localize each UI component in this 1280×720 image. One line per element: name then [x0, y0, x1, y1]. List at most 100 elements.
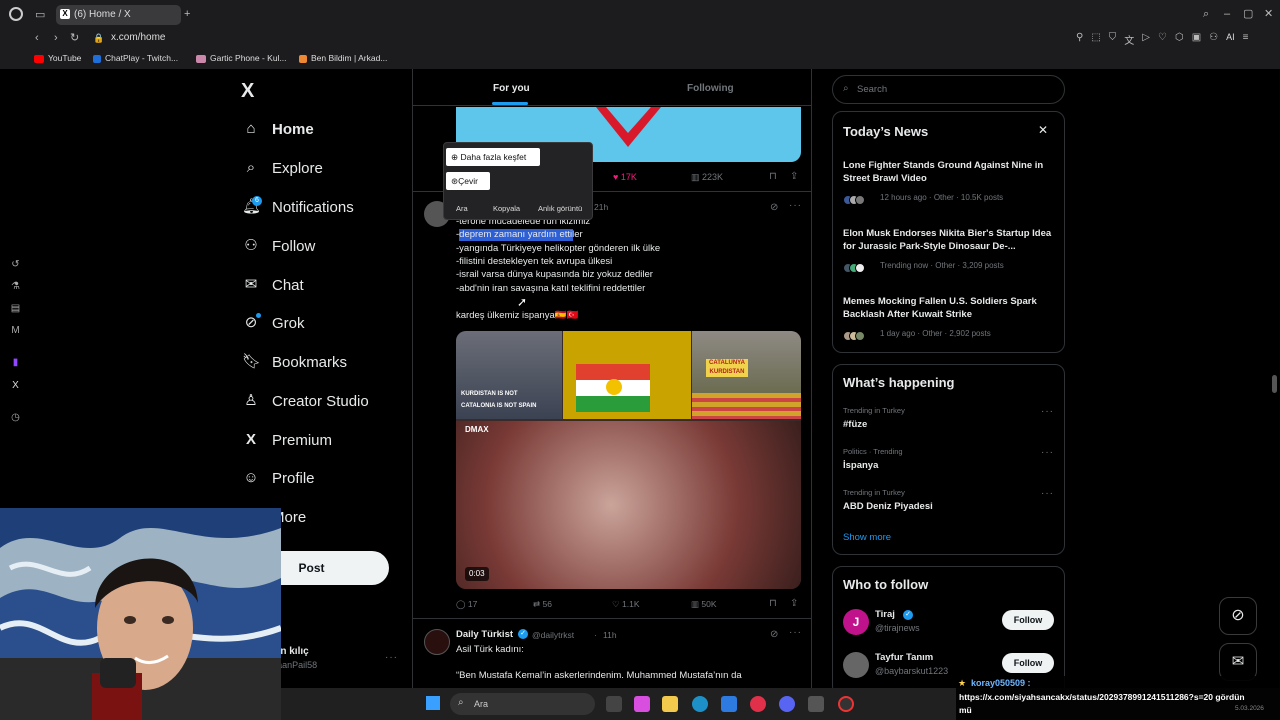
- avatar[interactable]: [424, 629, 450, 655]
- twitch-icon[interactable]: ▮: [9, 356, 22, 369]
- nav-follow[interactable]: ⚇ Follow: [242, 233, 315, 259]
- tab-home[interactable]: (6) Home / X: [56, 5, 181, 25]
- top-post-likes[interactable]: ♥ 17K: [613, 172, 637, 182]
- share-icon[interactable]: ⇪: [790, 171, 798, 182]
- trend-topic[interactable]: İspanya: [843, 460, 878, 471]
- profile-icon[interactable]: ⚇: [1209, 32, 1218, 47]
- explore-more-button[interactable]: ⊕ Daha fazla keşfet: [446, 148, 540, 166]
- pin-icon[interactable]: ⚲: [1076, 32, 1083, 47]
- bookmark-youtube[interactable]: YouTube: [34, 53, 81, 63]
- trend-topic[interactable]: #füze: [843, 419, 867, 430]
- post-media[interactable]: KURDISTAN IS NOT CATALONIA IS NOT SPAIN …: [456, 331, 801, 589]
- new-tab-icon[interactable]: +: [184, 7, 190, 21]
- back-icon[interactable]: ‹: [35, 31, 39, 45]
- account-more-icon[interactable]: ···: [385, 652, 398, 663]
- bookmark-gartic[interactable]: Gartic Phone - Kul...: [196, 53, 287, 63]
- opera-icon[interactable]: [9, 7, 23, 21]
- windows-start-icon[interactable]: [426, 696, 440, 710]
- app-icon[interactable]: [808, 696, 824, 712]
- news-item[interactable]: Memes Mocking Fallen U.S. Soldiers Spark…: [843, 295, 1058, 321]
- forward-icon[interactable]: ›: [54, 31, 58, 45]
- translate-button[interactable]: ⊛Çevir: [446, 172, 490, 190]
- clock-icon[interactable]: ◷: [9, 411, 22, 424]
- like-button[interactable]: ♡ 1.1K: [612, 599, 640, 610]
- discord-icon[interactable]: [779, 696, 795, 712]
- task-view-icon[interactable]: [606, 696, 622, 712]
- translate-icon[interactable]: 文: [1124, 32, 1134, 47]
- grok-post-icon[interactable]: ⊘: [770, 202, 778, 213]
- post-more-icon[interactable]: ···: [789, 627, 802, 638]
- author-handle[interactable]: @dailytrkst: [532, 630, 574, 640]
- messenger-icon[interactable]: M: [9, 324, 22, 337]
- bookmark-chatplay[interactable]: ChatPlay - Twitch...: [93, 53, 178, 63]
- shield-icon[interactable]: ⛉: [1109, 32, 1117, 47]
- nav-bookmarks[interactable]: 🔖︎ Bookmarks: [242, 349, 347, 375]
- wallet-icon[interactable]: ▣: [1192, 32, 1201, 47]
- reply-button[interactable]: ◯ 17: [456, 599, 477, 610]
- repost-button[interactable]: ⇄ 56: [533, 599, 552, 610]
- views-button[interactable]: ▥ 50K: [691, 599, 717, 610]
- scrollbar-thumb[interactable]: [1272, 375, 1277, 393]
- nav-creator-studio[interactable]: ♙ Creator Studio: [242, 388, 368, 414]
- heart-icon[interactable]: ♡: [1158, 32, 1167, 47]
- store-icon[interactable]: [721, 696, 737, 712]
- user-name[interactable]: Tiraj: [875, 609, 895, 620]
- nav-home[interactable]: ⌂ Home: [242, 116, 313, 142]
- ai-button[interactable]: AI: [1226, 32, 1235, 47]
- post-time[interactable]: 11h: [603, 630, 617, 640]
- nav-profile[interactable]: ☺ Profile: [242, 465, 314, 491]
- menu-snapshot[interactable]: Anlık görüntü: [538, 204, 582, 213]
- trend-more-icon[interactable]: ···: [1041, 447, 1054, 458]
- trend-more-icon[interactable]: ···: [1041, 488, 1054, 499]
- tab-for-you[interactable]: For you: [493, 83, 530, 94]
- menu-icon[interactable]: ≡: [1243, 32, 1249, 47]
- search-icon[interactable]: ⌕: [1203, 7, 1209, 21]
- close-icon[interactable]: ✕: [1038, 123, 1048, 137]
- news-item[interactable]: Elon Musk Endorses Nikita Bier's Startup…: [843, 227, 1058, 253]
- grok-float-button[interactable]: ⊘: [1219, 597, 1257, 635]
- nav-explore[interactable]: ⌕ Explore: [242, 155, 323, 181]
- ai-sidebar-icon[interactable]: ⚗: [9, 280, 22, 293]
- top-post-views[interactable]: ▥ 223K: [691, 172, 723, 183]
- news-item[interactable]: Lone Fighter Stands Ground Against Nine …: [843, 159, 1058, 185]
- history-icon[interactable]: ↺: [9, 258, 22, 271]
- play-icon[interactable]: ▷: [1142, 32, 1150, 47]
- post-time[interactable]: 21h: [594, 202, 608, 212]
- trend-topic[interactable]: ABD Deniz Piyadesi: [843, 501, 933, 512]
- bookmark-post-icon[interactable]: ⊓: [769, 171, 777, 182]
- menu-copy[interactable]: Kopyala: [493, 204, 520, 213]
- tab-following[interactable]: Following: [687, 83, 734, 94]
- user-name[interactable]: Tayfur Tanım: [875, 652, 933, 663]
- extensions-icon[interactable]: ⬡: [1175, 32, 1184, 47]
- copilot-icon[interactable]: [634, 696, 650, 712]
- author-name[interactable]: Daily Türkist: [456, 629, 513, 640]
- show-more-link[interactable]: Show more: [843, 532, 891, 543]
- maximize-icon[interactable]: ▢: [1243, 7, 1253, 21]
- nav-premium[interactable]: X Premium: [242, 427, 332, 453]
- bookmark-benbildim[interactable]: Ben Bildim | Arkad...: [299, 53, 387, 63]
- nav-grok[interactable]: ⊘ Grok: [242, 310, 305, 336]
- follow-button[interactable]: Follow: [1002, 610, 1054, 630]
- menu-search[interactable]: Ara: [456, 204, 468, 213]
- file-explorer-icon[interactable]: [662, 696, 678, 712]
- share-icon[interactable]: ⇪: [790, 598, 798, 609]
- avatar[interactable]: J: [843, 609, 869, 635]
- screenshot-icon[interactable]: ⬚: [1091, 32, 1100, 47]
- minimize-icon[interactable]: –: [1224, 7, 1230, 21]
- obs-icon[interactable]: [838, 696, 854, 712]
- taskbar-search[interactable]: ⌕ Ara: [450, 693, 595, 715]
- follow-button[interactable]: Follow: [1002, 653, 1054, 673]
- opera-taskbar-icon[interactable]: [750, 696, 766, 712]
- avatar[interactable]: [843, 652, 869, 678]
- edge-icon[interactable]: [692, 696, 708, 712]
- notes-icon[interactable]: ▤: [9, 302, 22, 315]
- url-field[interactable]: x.com/home: [111, 32, 165, 43]
- x-sidebar-icon[interactable]: X: [9, 379, 22, 392]
- x-logo[interactable]: X: [241, 80, 254, 103]
- close-icon[interactable]: ✕: [1264, 7, 1273, 21]
- reload-icon[interactable]: ↻: [70, 31, 79, 45]
- grok-post-icon[interactable]: ⊘: [770, 629, 778, 640]
- nav-chat[interactable]: ✉ Chat: [242, 272, 304, 298]
- trend-more-icon[interactable]: ···: [1041, 406, 1054, 417]
- bookmark-post-icon[interactable]: ⊓: [769, 598, 777, 609]
